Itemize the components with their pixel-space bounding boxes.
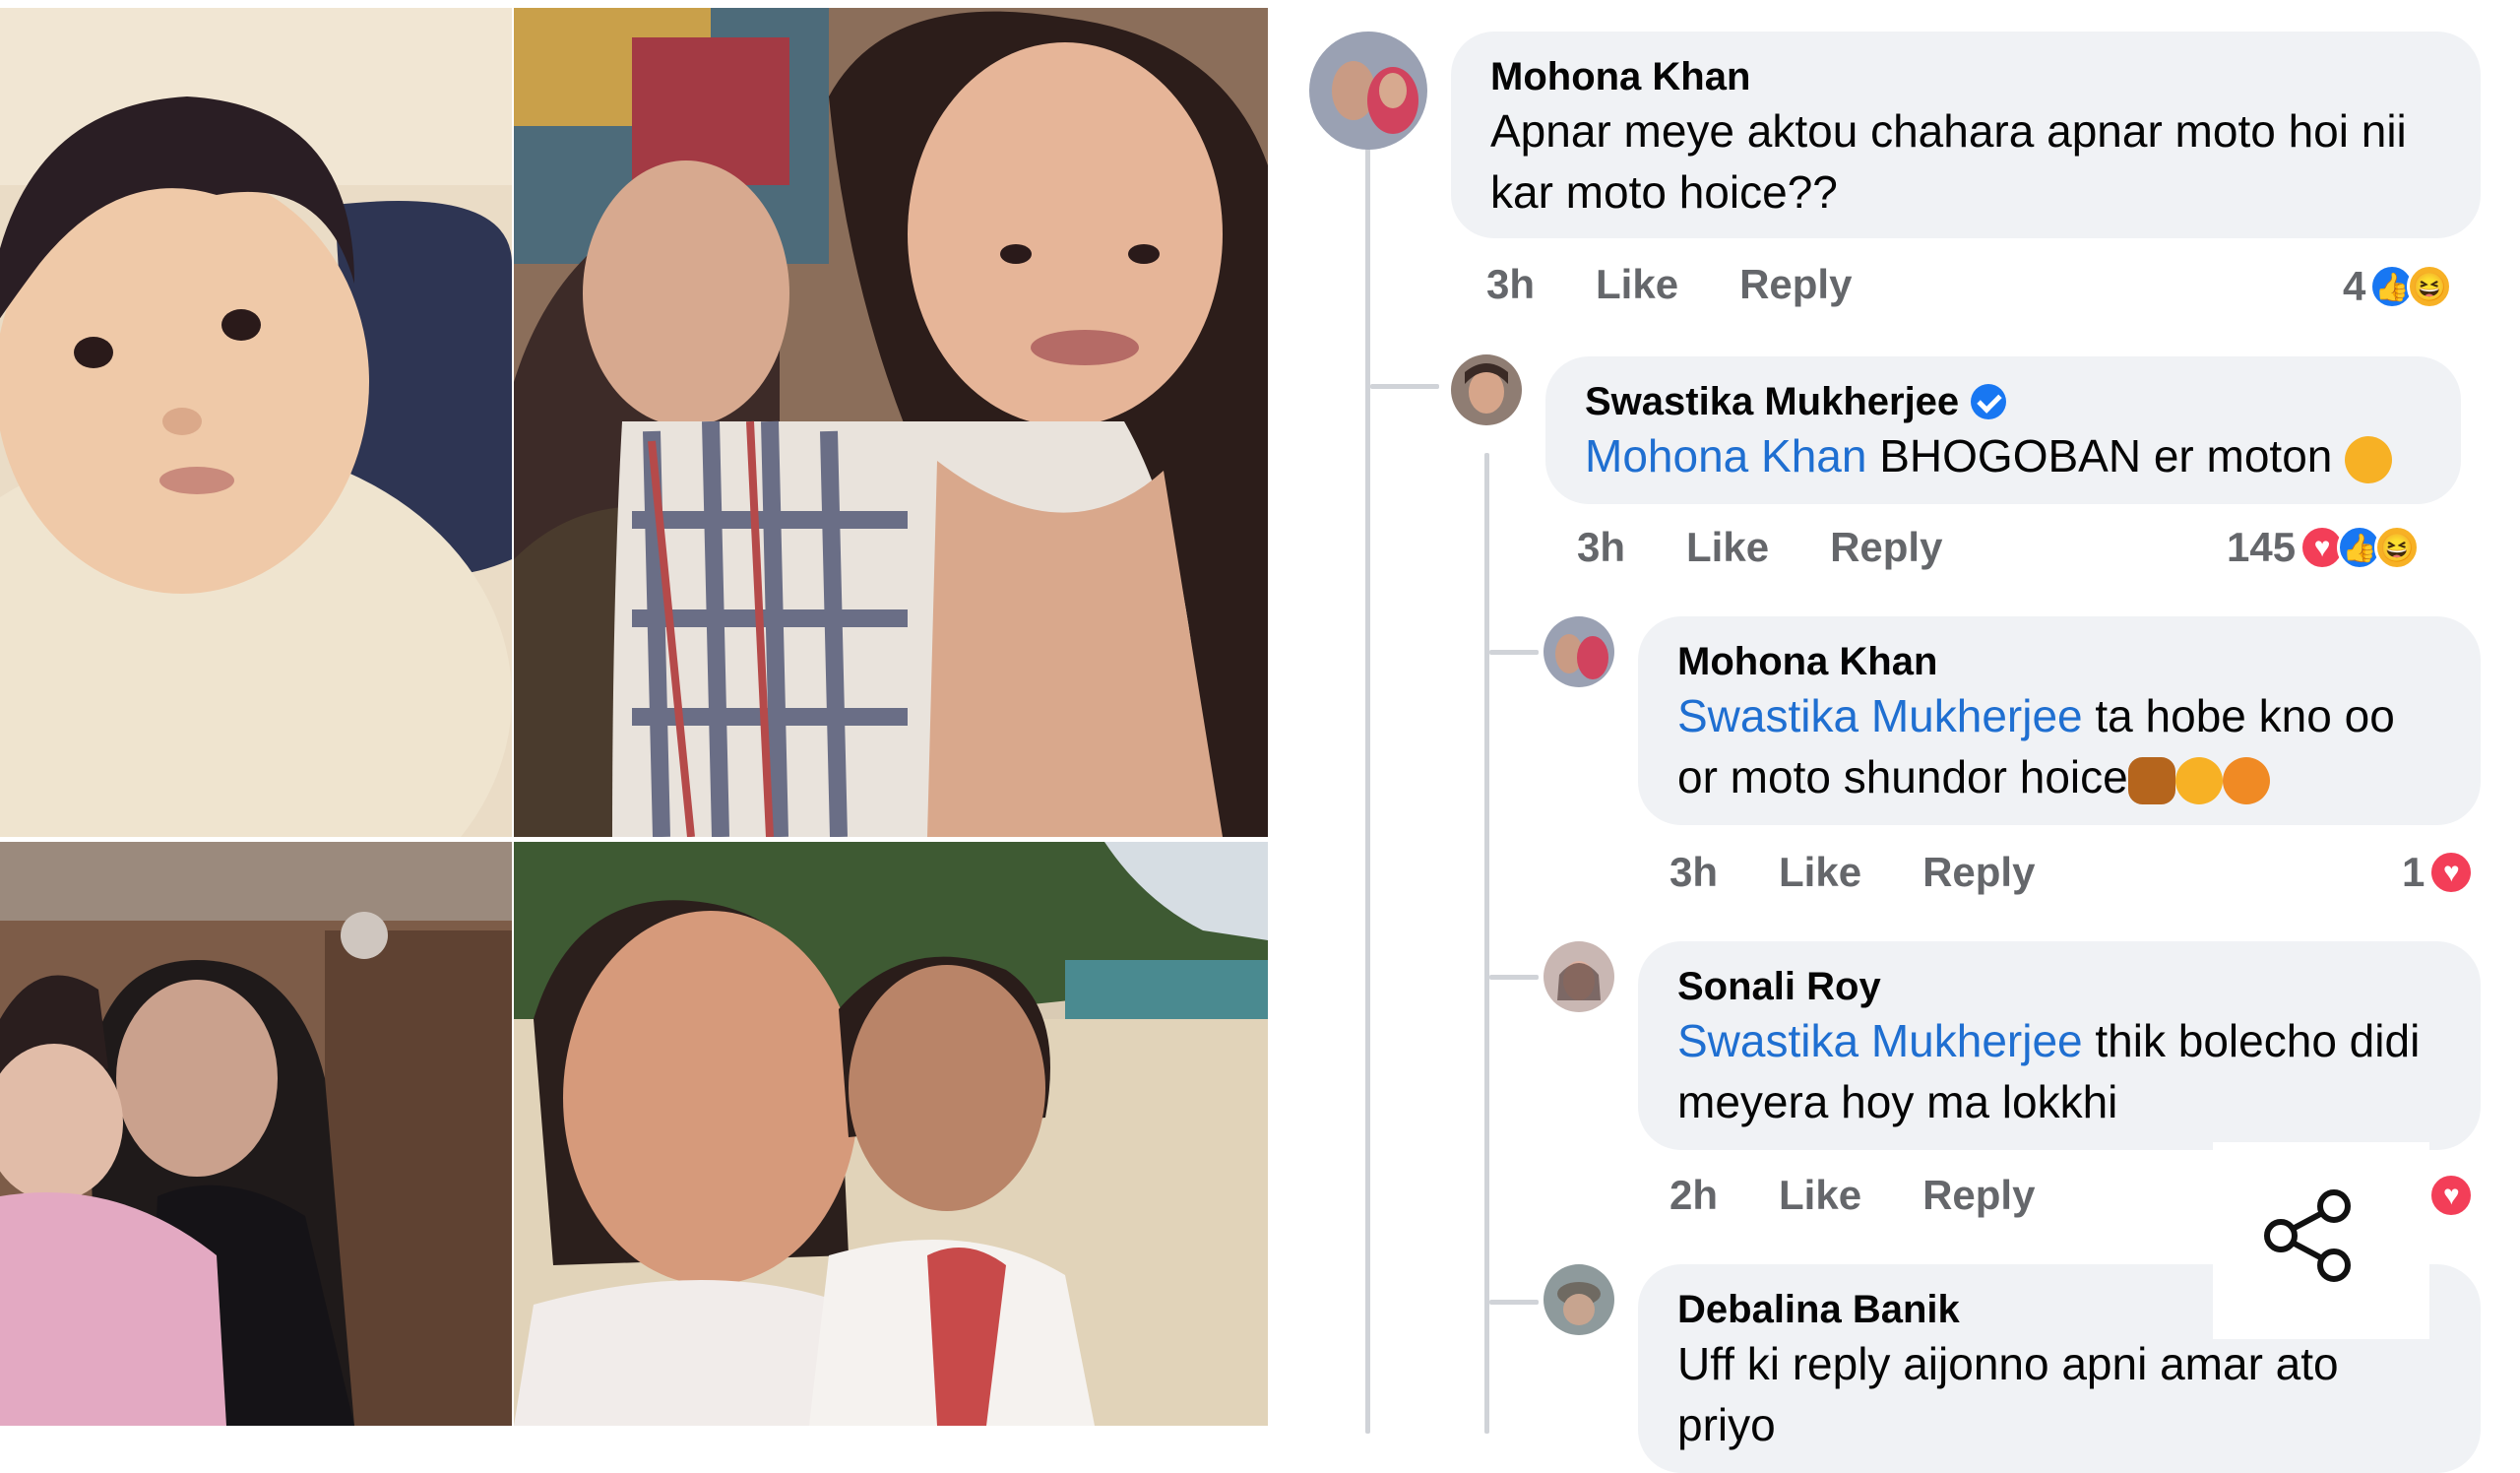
like-button[interactable]: Like [1686,524,1769,571]
comment-bubble: Mohona Khan Swastika Mukherjee ta hobe k… [1638,616,2481,825]
avatar[interactable] [1544,616,1614,687]
photo-beach-selfie [514,842,1268,1426]
photo-mother-child-indoor [0,842,512,1426]
comment-text: Mohona Khan BHOGOBAN er moton [1585,425,2422,486]
smile-emoji-icon [2345,435,2393,483]
mention-link[interactable]: Mohona Khan [1585,430,1866,481]
thread-line [1370,384,1439,389]
comment-author[interactable]: Swastika Mukherjee [1585,378,2422,425]
reaction-summary[interactable]: 145 ♥ 👍 😆 [2227,524,2421,571]
love-icon: ♥ [2428,850,2475,895]
like-button[interactable]: Like [1779,1172,1861,1219]
heart-eyes-emoji-icon [2174,756,2223,804]
comment-bubble: Mohona Khan Apnar meye aktou chahara apn… [1451,32,2481,238]
butterfly-emoji-icon [2127,756,2175,804]
comment-time[interactable]: 3h [1670,849,1718,896]
comment-text: Swastika Mukherjee ta hobe kno oo or mot… [1677,690,2395,804]
comment-text: Swastika Mukherjee thik bolecho didi mey… [1677,1015,2421,1127]
comment-actions: 3h Like Reply [1486,261,1852,308]
comment-time[interactable]: 3h [1577,524,1625,571]
thread-line [1489,975,1539,980]
reply-button[interactable]: Reply [1739,261,1852,308]
avatar[interactable] [1309,32,1427,150]
love-icon: ♥ [2428,1173,2475,1218]
reaction-count: 1 [2402,849,2426,895]
like-button[interactable]: Like [1596,261,1678,308]
share-icon[interactable] [2259,1186,2358,1285]
thread-line [1489,1300,1539,1305]
reaction-count: 145 [2227,524,2297,570]
comment-time[interactable]: 2h [1670,1172,1718,1219]
reaction-summary[interactable]: 4 👍 😆 [2343,263,2453,310]
reply-button[interactable]: Reply [1922,1172,2035,1219]
comment-text: Uff ki reply aijonno apni amar ato priyo [1677,1338,2339,1450]
thread-line [1489,650,1539,655]
comment-bubble: Sonali Roy Swastika Mukherjee thik bolec… [1638,941,2481,1150]
comment-actions: 2h Like Reply [1670,1172,2035,1219]
comment-actions: 3h Like Reply [1577,524,1942,571]
devil-emoji-icon [2222,756,2270,804]
avatar[interactable] [1451,354,1522,425]
comment-text: Apnar meye aktou chahara apnar moto hoi … [1490,105,2407,218]
photo-mother-daughter-selfie [514,8,1268,837]
comment-author[interactable]: Sonali Roy [1677,963,2441,1010]
reply-button[interactable]: Reply [1830,524,1942,571]
comment-author[interactable]: Mohona Khan [1490,53,2441,100]
photo-baby-portrait [0,8,512,837]
avatar[interactable] [1544,941,1614,1012]
reaction-count: 4 [2343,263,2366,309]
avatar[interactable] [1544,1264,1614,1335]
comment-bubble: Swastika Mukherjee Mohona Khan BHOGOBAN … [1545,356,2461,504]
thread-line [1484,453,1489,1434]
comment-actions: 3h Like Reply [1670,849,2035,896]
comment-time[interactable]: 3h [1486,261,1535,308]
verified-badge-icon [1971,384,2007,419]
mention-link[interactable]: Swastika Mukherjee [1677,690,2083,741]
thread-line [1365,148,1370,1434]
comment-author[interactable]: Mohona Khan [1677,638,2441,685]
like-button[interactable]: Like [1779,849,1861,896]
haha-icon: 😆 [2374,525,2421,570]
mention-link[interactable]: Swastika Mukherjee [1677,1015,2083,1066]
reaction-summary[interactable]: 1 ♥ [2402,849,2475,896]
haha-icon: 😆 [2407,264,2453,309]
reply-button[interactable]: Reply [1922,849,2035,896]
